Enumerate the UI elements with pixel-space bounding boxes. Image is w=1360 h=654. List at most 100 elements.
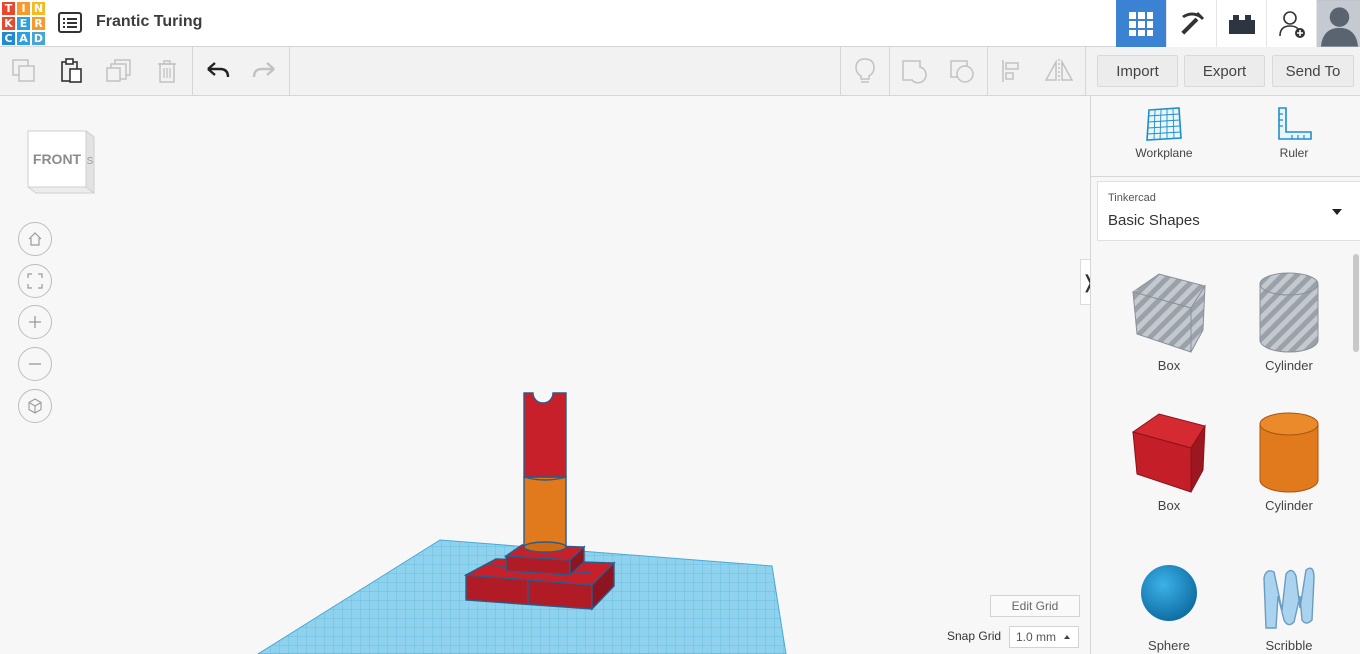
shape-box-hole[interactable]: Box (1109, 270, 1229, 400)
fit-icon (27, 273, 43, 289)
design-title[interactable]: Frantic Turing (96, 13, 202, 31)
shape-label: Box (1157, 358, 1181, 373)
export-button[interactable]: Export (1184, 55, 1265, 87)
avatar-icon (1317, 0, 1360, 47)
top-bar: TINKERCAD Frantic Turing (0, 0, 1360, 47)
duplicate-icon (106, 59, 131, 82)
lightbulb-icon (855, 58, 875, 83)
snap-grid-label: Snap Grid (947, 629, 1002, 643)
zoom-out-button[interactable] (18, 347, 52, 381)
shape-label: Sphere (1148, 638, 1190, 653)
redo-button[interactable] (240, 47, 288, 95)
ruler-tool[interactable]: Ruler (1244, 106, 1344, 168)
group-button[interactable] (890, 47, 938, 95)
shape-label: Cylinder (1265, 498, 1313, 513)
ruler-icon (1278, 107, 1312, 140)
perspective-button[interactable] (18, 389, 52, 423)
shapes-panel: Workplane Ruler Tinkercad Basic Shapes B… (1090, 96, 1360, 654)
logo-letter: T (1, 1, 16, 16)
duplicate-button[interactable] (95, 47, 143, 95)
align-button[interactable] (988, 47, 1036, 95)
shape-sphere[interactable]: Sphere (1109, 550, 1229, 654)
shape-scribble[interactable]: Scribble (1229, 550, 1349, 654)
group-icon (902, 60, 927, 84)
mirror-icon (1044, 59, 1074, 83)
shape-label: Box (1157, 498, 1181, 513)
scene-canvas[interactable] (0, 96, 1090, 654)
logo-letter: E (16, 16, 31, 31)
zoom-in-icon (29, 316, 41, 328)
svg-text:S: S (87, 156, 94, 167)
workplane-tool[interactable]: Workplane (1114, 106, 1214, 168)
paste-button[interactable] (47, 47, 95, 95)
3d-viewport[interactable]: FRONT S Edit Grid Snap Grid 1.0 mm (0, 96, 1090, 654)
import-button[interactable]: Import (1097, 55, 1178, 87)
codeblocks-button[interactable] (1166, 0, 1216, 47)
bricks-button[interactable] (1216, 0, 1266, 47)
box-icon (1131, 413, 1206, 493)
delete-button[interactable] (143, 47, 191, 95)
workplane-icon (1146, 107, 1182, 141)
home-view-button[interactable] (18, 222, 52, 256)
perspective-icon (28, 398, 42, 414)
zoom-out-icon (29, 363, 41, 365)
orange-cylinder-part (523, 476, 567, 553)
notes-button[interactable] (841, 47, 889, 95)
logo-letter: N (31, 1, 46, 16)
library-category: Tinkercad (1108, 192, 1156, 204)
ungroup-button[interactable] (938, 47, 986, 95)
box-hole-icon (1131, 273, 1206, 353)
redo-icon (252, 62, 275, 78)
send-to-button[interactable]: Send To (1272, 55, 1354, 87)
caret-up-icon (1064, 635, 1070, 639)
cylinder-hole-icon (1259, 272, 1319, 353)
edit-grid-button[interactable]: Edit Grid (990, 595, 1080, 617)
paste-icon (61, 58, 82, 83)
design-list-icon[interactable] (58, 11, 82, 35)
shapes-grid: Box Cylinder Box Cylinder Sphere Scribbl… (1091, 252, 1353, 654)
undo-icon (207, 62, 230, 78)
logo-letter: K (1, 16, 16, 31)
shape-library-dropdown[interactable]: Tinkercad Basic Shapes (1097, 181, 1360, 241)
brick-icon (1228, 14, 1255, 34)
logo-letter: I (16, 1, 31, 16)
home-icon (28, 232, 42, 246)
shape-cylinder[interactable]: Cylinder (1229, 410, 1349, 540)
shape-cylinder-hole[interactable]: Cylinder (1229, 270, 1349, 400)
logo-letter: D (31, 31, 46, 46)
ungroup-icon (950, 60, 974, 83)
shape-label: Cylinder (1265, 358, 1313, 373)
fit-view-button[interactable] (18, 264, 52, 298)
grid-icon (1129, 11, 1153, 36)
copy-button[interactable] (0, 47, 48, 95)
sphere-icon (1141, 565, 1197, 621)
3d-view-button[interactable] (1116, 0, 1166, 47)
edit-toolbar: Import Export Send To (0, 47, 1360, 96)
shape-label: Scribble (1265, 638, 1313, 653)
logo-letter: R (31, 16, 46, 31)
zoom-in-button[interactable] (18, 305, 52, 339)
red-cylinder-part (523, 392, 567, 481)
delete-icon (158, 60, 176, 83)
snap-grid-select[interactable]: 1.0 mm (1009, 626, 1079, 648)
cylinder-icon (1259, 412, 1319, 493)
align-icon (1002, 60, 1019, 82)
shapes-scrollbar[interactable] (1353, 254, 1359, 352)
add-user-icon (1278, 10, 1305, 38)
profile-button[interactable] (1316, 0, 1360, 47)
ruler-label: Ruler (1279, 146, 1309, 160)
tinkercad-logo[interactable]: TINKERCAD (1, 1, 46, 46)
chevron-down-icon (1332, 209, 1342, 215)
snap-grid-value: 1.0 mm (1016, 630, 1057, 644)
copy-icon (12, 59, 35, 82)
logo-letter: A (16, 31, 31, 46)
shape-box[interactable]: Box (1109, 410, 1229, 540)
invite-user-button[interactable] (1266, 0, 1316, 47)
scribble-icon (1263, 567, 1315, 629)
view-cube[interactable]: FRONT S (26, 129, 96, 195)
mirror-button[interactable] (1035, 47, 1083, 95)
library-name: Basic Shapes (1108, 212, 1200, 229)
viewcube-face-label: FRONT (33, 151, 82, 167)
undo-button[interactable] (194, 47, 242, 95)
logo-letter: C (1, 31, 16, 46)
